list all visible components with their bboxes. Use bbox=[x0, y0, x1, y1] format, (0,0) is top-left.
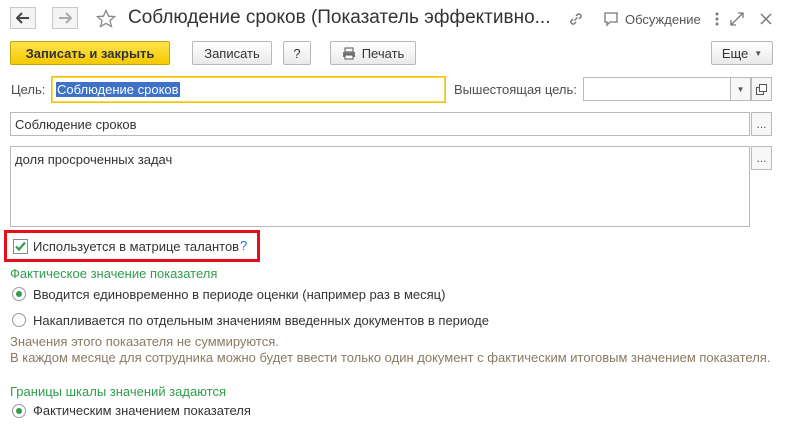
back-button[interactable] bbox=[10, 7, 36, 29]
actual-value-note-1: Значения этого показателя не суммируются… bbox=[10, 334, 279, 349]
parent-goal-open-button[interactable] bbox=[751, 77, 772, 101]
talent-matrix-checkbox[interactable] bbox=[13, 239, 28, 254]
name-select-button[interactable]: ... bbox=[751, 112, 772, 136]
dropdown-arrow-icon: ▼ bbox=[754, 48, 763, 58]
goal-input-value: Соблюдение сроков bbox=[56, 82, 180, 97]
discussion-label[interactable]: Обсуждение bbox=[625, 12, 701, 27]
goal-label: Цель: bbox=[11, 82, 46, 97]
name-input[interactable]: Соблюдение сроков bbox=[10, 112, 750, 136]
radio-one-time[interactable] bbox=[12, 287, 26, 301]
print-button-label: Печать bbox=[361, 45, 405, 61]
parent-goal-dropdown-button[interactable]: ▼ bbox=[730, 77, 751, 101]
radio-accumulated-label[interactable]: Накапливается по отдельным значениям вве… bbox=[33, 313, 489, 328]
radio-one-time-label[interactable]: Вводится единовременно в периоде оценки … bbox=[33, 287, 445, 302]
talent-matrix-help-link[interactable]: ? bbox=[240, 238, 247, 253]
checkmark-icon bbox=[15, 241, 26, 252]
arrow-left-icon bbox=[16, 12, 29, 24]
radio-accumulated[interactable] bbox=[12, 313, 26, 327]
forward-button[interactable] bbox=[52, 7, 78, 29]
radio-scale-actual-label[interactable]: Фактическим значением показателя bbox=[33, 403, 251, 418]
description-textarea[interactable]: доля просроченных задач bbox=[10, 146, 750, 227]
window-title: Соблюдение сроков (Показатель эффективно… bbox=[128, 7, 551, 28]
parent-goal-input[interactable] bbox=[583, 77, 731, 101]
scale-bounds-heading: Границы шкалы значений задаются bbox=[10, 384, 227, 399]
arrow-right-icon bbox=[59, 12, 72, 24]
link-icon[interactable] bbox=[566, 9, 586, 29]
menu-dots-icon[interactable] bbox=[707, 9, 727, 29]
more-button[interactable]: Еще ▼ bbox=[711, 41, 773, 65]
radio-scale-actual[interactable] bbox=[12, 404, 26, 418]
favorite-star-icon[interactable] bbox=[93, 6, 119, 32]
discussion-icon[interactable] bbox=[601, 9, 621, 29]
help-button[interactable]: ? bbox=[283, 41, 311, 65]
printer-icon bbox=[342, 47, 355, 59]
more-button-label: Еще bbox=[721, 45, 749, 61]
talent-matrix-label[interactable]: Используется в матрице талантов bbox=[33, 239, 239, 254]
save-button[interactable]: Записать bbox=[192, 41, 272, 65]
open-form-icon bbox=[756, 83, 767, 95]
save-and-close-button[interactable]: Записать и закрыть bbox=[10, 41, 170, 65]
close-icon[interactable] bbox=[756, 9, 776, 29]
description-value: доля просроченных задач bbox=[15, 152, 173, 167]
parent-goal-label: Вышестоящая цель: bbox=[454, 82, 577, 97]
print-button[interactable]: Печать bbox=[330, 41, 416, 65]
name-input-value: Соблюдение сроков bbox=[15, 116, 137, 132]
maximize-icon[interactable] bbox=[727, 9, 747, 29]
dropdown-arrow-icon: ▼ bbox=[736, 84, 745, 94]
description-select-button[interactable]: ... bbox=[751, 146, 772, 170]
actual-value-heading: Фактическое значение показателя bbox=[10, 266, 218, 281]
goal-input[interactable]: Соблюдение сроков bbox=[51, 76, 446, 103]
actual-value-note-2: В каждом месяце для сотрудника можно буд… bbox=[10, 350, 771, 365]
